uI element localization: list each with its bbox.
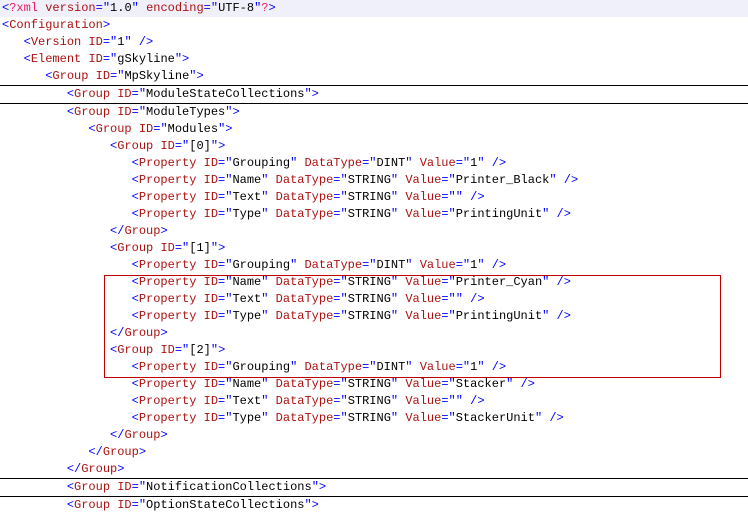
prop-1-grouping: <Property ID="Grouping" DataType="DINT" … (0, 257, 748, 274)
group-optionstatecollections: <Group ID="OptionStateCollections"> (0, 497, 748, 514)
prop-2-text: <Property ID="Text" DataType="STRING" Va… (0, 393, 748, 410)
group-0-close: </Group> (0, 223, 748, 240)
group-notificationcollections: <Group ID="NotificationCollections"> (0, 479, 748, 496)
version-tag: <Version ID="1" /> (0, 34, 748, 51)
group-moduletypes-open: <Group ID="ModuleTypes"> (0, 104, 748, 121)
group-mpskyline-open: <Group ID="MpSkyline"> (0, 68, 748, 85)
group-moduletypes-close: </Group> (0, 461, 748, 478)
group-1-close: </Group> (0, 325, 748, 342)
element-open: <Element ID="gSkyline"> (0, 51, 748, 68)
group-modulestatecollections: <Group ID="ModuleStateCollections"> (0, 86, 748, 103)
group-2-open: <Group ID="[2]"> (0, 342, 748, 359)
prop-2-name: <Property ID="Name" DataType="STRING" Va… (0, 376, 748, 393)
prop-2-type: <Property ID="Type" DataType="STRING" Va… (0, 410, 748, 427)
xml-declaration: <?xml version="1.0" encoding="UTF-8"?> (0, 0, 748, 17)
group-2-close: </Group> (0, 427, 748, 444)
prop-0-type: <Property ID="Type" DataType="STRING" Va… (0, 206, 748, 223)
group-0-open: <Group ID="[0]"> (0, 138, 748, 155)
prop-0-name: <Property ID="Name" DataType="STRING" Va… (0, 172, 748, 189)
prop-1-name: <Property ID="Name" DataType="STRING" Va… (0, 274, 748, 291)
prop-1-type: <Property ID="Type" DataType="STRING" Va… (0, 308, 748, 325)
group-1-open: <Group ID="[1]"> (0, 240, 748, 257)
configuration-open: <Configuration> (0, 17, 748, 34)
group-modules-close: </Group> (0, 444, 748, 461)
prop-0-text: <Property ID="Text" DataType="STRING" Va… (0, 189, 748, 206)
prop-2-grouping: <Property ID="Grouping" DataType="DINT" … (0, 359, 748, 376)
group-modules-open: <Group ID="Modules"> (0, 121, 748, 138)
prop-0-grouping: <Property ID="Grouping" DataType="DINT" … (0, 155, 748, 172)
prop-1-text: <Property ID="Text" DataType="STRING" Va… (0, 291, 748, 308)
